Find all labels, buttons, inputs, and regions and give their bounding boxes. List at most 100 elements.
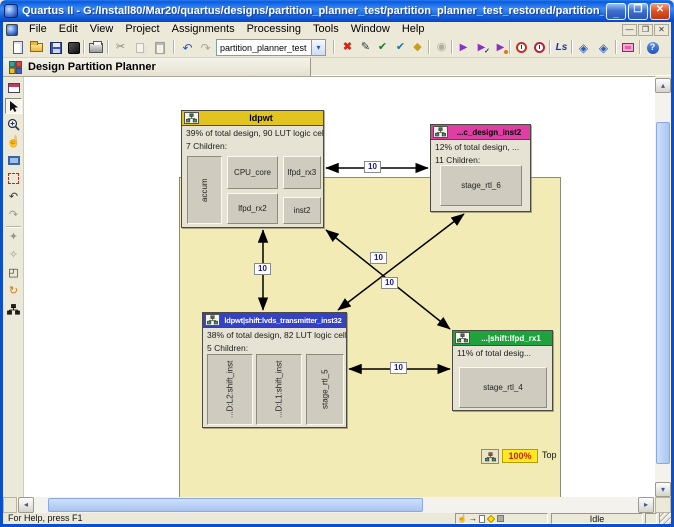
hierarchy-icon[interactable]	[455, 332, 470, 344]
settings-button[interactable]: ✔	[374, 39, 391, 56]
child-entity[interactable]: accum	[187, 156, 222, 224]
pin-planner-button[interactable]: ✔	[392, 39, 409, 56]
child-entity[interactable]: CPU_core	[227, 156, 278, 189]
menu-window[interactable]: Window	[345, 22, 396, 37]
refresh-button[interactable]: ↻	[5, 283, 22, 299]
mdi-minimize-button[interactable]: —	[622, 24, 637, 36]
minimize-button[interactable]: _	[606, 3, 626, 20]
undo-arrange-button[interactable]: ↶	[5, 189, 22, 205]
hand-cursor-icon: ☝	[457, 515, 467, 523]
menu-assignments[interactable]: Assignments	[166, 22, 241, 37]
close-button[interactable]: ✕	[650, 3, 670, 20]
paste-button[interactable]	[151, 39, 168, 56]
pane-splitter-box[interactable]	[3, 497, 17, 513]
scroll-left-button[interactable]: ◂	[18, 497, 34, 513]
partition-block-lvds-transmitter[interactable]: ldpwt|shift:lvds_transmitter_inst32 38% …	[202, 312, 347, 428]
mdi-restore-button[interactable]: ❐	[638, 24, 653, 36]
partition-block-lfpd-rx1[interactable]: ...|shift:lfpd_rx1 11% of total desig...…	[452, 330, 553, 411]
zoom-tool-button[interactable]	[5, 116, 22, 132]
redo-arrange-button[interactable]: ↷	[5, 207, 22, 223]
hand-tool-button[interactable]: ☝	[5, 134, 22, 150]
start-analysis-button[interactable]: ▶✓	[473, 39, 490, 56]
scroll-right-button[interactable]: ▸	[638, 497, 654, 513]
child-entity[interactable]: ...D:L2:shift_inst	[207, 354, 253, 425]
timing-closure-button[interactable]: ◆	[409, 39, 426, 56]
programmer-button[interactable]	[619, 39, 636, 56]
menu-project[interactable]: Project	[119, 22, 165, 37]
quartus-app-icon[interactable]	[4, 4, 18, 18]
horizontal-scrollbar[interactable]: ◂ ▸	[3, 497, 655, 513]
timequest-button[interactable]	[531, 39, 548, 56]
vertical-scroll-thumb[interactable]	[656, 122, 670, 464]
hierarchy-icon[interactable]	[433, 126, 448, 138]
detach-window-button[interactable]	[5, 80, 22, 96]
extract-partition-button[interactable]: ✦	[5, 229, 22, 245]
selection-tool-button[interactable]	[5, 98, 22, 114]
child-entity[interactable]: stage_rtl_6	[440, 165, 522, 206]
menu-tools[interactable]: Tools	[307, 22, 345, 37]
redo-button[interactable]: ↷	[197, 39, 214, 56]
menu-processing[interactable]: Processing	[241, 22, 307, 37]
hierarchy-icon[interactable]	[205, 314, 220, 326]
stop-processing-button[interactable]: ✖	[339, 39, 356, 56]
child-entity[interactable]: stage_rtl_4	[459, 367, 547, 408]
quartus-menu-icon[interactable]	[6, 24, 18, 36]
clock2-icon	[534, 42, 545, 53]
simulator-button[interactable]: Ls	[553, 39, 570, 56]
child-entity[interactable]: stage_rtl_5	[306, 354, 344, 425]
partition-titlebar[interactable]: ...|shift:lfpd_rx1	[453, 331, 552, 346]
start-partial-compile-button[interactable]: ▶	[492, 39, 509, 56]
menu-help[interactable]: Help	[396, 22, 431, 37]
tech-map-viewer-button[interactable]: ◈	[595, 39, 612, 56]
copy-button[interactable]	[131, 39, 148, 56]
design-partition-planner-tab[interactable]: Design Partition Planner	[3, 58, 311, 76]
help-button[interactable]: ?	[644, 39, 661, 56]
chevron-down-icon[interactable]: ▾	[311, 40, 325, 55]
menu-file[interactable]: File	[23, 22, 53, 37]
clock-icon	[516, 42, 527, 53]
scroll-down-button[interactable]: ▾	[655, 482, 671, 497]
partition-block-c-design-inst2[interactable]: ...c_design_inst2 12% of total design, .…	[430, 124, 531, 212]
timing-analyzer-button[interactable]	[513, 39, 530, 56]
maximize-button[interactable]: ❐	[628, 3, 648, 20]
horizontal-scroll-thumb[interactable]	[48, 498, 423, 512]
netlist-viewer-button[interactable]: ◈	[575, 39, 592, 56]
new-file-button[interactable]	[9, 39, 26, 56]
fullscreen-button[interactable]	[5, 152, 22, 168]
menu-view[interactable]: View	[84, 22, 120, 37]
menu-edit[interactable]: Edit	[53, 22, 84, 37]
assignment-editor-button[interactable]: ✎	[357, 39, 374, 56]
child-entity[interactable]: inst2	[283, 197, 321, 224]
hierarchy-icon[interactable]	[184, 112, 199, 124]
hierarchy-view-button[interactable]	[5, 301, 22, 317]
child-entity[interactable]: ...D:L1:shift_inst	[256, 354, 302, 425]
child-entity[interactable]: lfpd_rx3	[283, 156, 321, 189]
undo-button[interactable]: ↶	[179, 39, 196, 56]
arrow-icon: →	[469, 515, 477, 523]
partition-titlebar[interactable]: ldpwt|shift:lvds_transmitter_inst32	[203, 313, 346, 328]
archive-project-button[interactable]	[65, 39, 82, 56]
disabled-tool-button[interactable]: ◉	[433, 39, 450, 56]
partition-block-ldpwt[interactable]: ldpwt 39% of total design, 90 LUT logic …	[181, 110, 324, 228]
print-button[interactable]	[87, 39, 104, 56]
fit-selection-button[interactable]	[5, 170, 22, 186]
connection-count-label: 10	[390, 362, 407, 374]
start-compilation-button[interactable]: ▶	[455, 39, 472, 56]
partition-titlebar[interactable]: ldpwt	[182, 111, 323, 126]
expand-view-button[interactable]: ◰	[5, 265, 22, 281]
project-selector[interactable]: partition_planner_test ▾	[216, 39, 326, 56]
partition-titlebar[interactable]: ...c_design_inst2	[431, 125, 530, 140]
scroll-up-button[interactable]: ▴	[655, 78, 671, 93]
workspace: ☝ ↶ ↷ ✦ ✧ ◰ ↻	[3, 76, 655, 497]
cut-button[interactable]: ✂	[112, 39, 129, 56]
open-file-button[interactable]	[28, 39, 45, 56]
vertical-scrollbar[interactable]: ▴ ▾	[655, 78, 671, 497]
child-entity[interactable]: lfpd_rx2	[227, 193, 278, 224]
resize-grip[interactable]	[660, 513, 671, 524]
print-icon	[89, 43, 103, 53]
collapse-partition-button[interactable]: ✧	[5, 247, 22, 263]
disabled-circle-icon: ◉	[437, 42, 447, 53]
status-panel-small-1	[645, 513, 657, 524]
mdi-close-button[interactable]: ✕	[654, 24, 669, 36]
save-button[interactable]	[47, 39, 64, 56]
